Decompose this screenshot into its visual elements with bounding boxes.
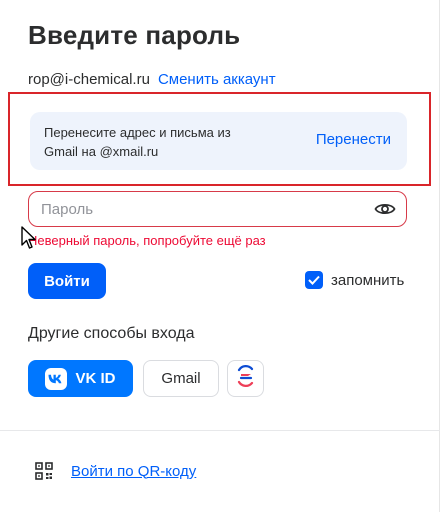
password-input[interactable] — [41, 192, 361, 226]
page-title: Введите пароль — [28, 20, 241, 50]
vk-id-label: VK ID — [75, 370, 116, 387]
remember-label: запомнить — [331, 271, 405, 289]
esia-button[interactable] — [227, 360, 264, 397]
account-email: rop@i-chemical.ru — [28, 71, 150, 88]
account-row: rop@i-chemical.ru Сменить аккаунт — [28, 71, 276, 88]
checkbox-checked-icon[interactable] — [305, 271, 323, 289]
login-button[interactable]: Войти — [28, 263, 106, 299]
gmail-button[interactable]: Gmail — [143, 360, 219, 397]
qr-login-link[interactable]: Войти по QR-коду — [35, 462, 196, 480]
remember-checkbox[interactable]: запомнить — [305, 271, 404, 289]
eye-icon[interactable] — [374, 199, 396, 219]
login-card: Введите пароль rop@i-chemical.ru Сменить… — [0, 0, 440, 512]
esia-logo-icon — [235, 365, 257, 392]
other-methods-title: Другие способы входа — [28, 325, 195, 342]
vk-id-button[interactable]: VK ID — [28, 360, 133, 397]
error-message: Неверный пароль, попробуйте ещё раз — [28, 233, 266, 248]
switch-account-link[interactable]: Сменить аккаунт — [158, 71, 276, 88]
mouse-cursor-icon — [21, 226, 37, 250]
qr-login-label: Войти по QR-коду — [71, 462, 197, 480]
divider — [0, 430, 440, 431]
transfer-text: Перенесите адрес и письма из Gmail на @x… — [44, 125, 231, 159]
qr-code-icon — [35, 462, 53, 480]
vk-logo-icon — [45, 367, 68, 390]
transfer-banner: Перенесите адрес и письма из Gmail на @x… — [30, 112, 407, 170]
transfer-button[interactable]: Перенести — [316, 131, 391, 148]
password-field — [28, 191, 407, 227]
